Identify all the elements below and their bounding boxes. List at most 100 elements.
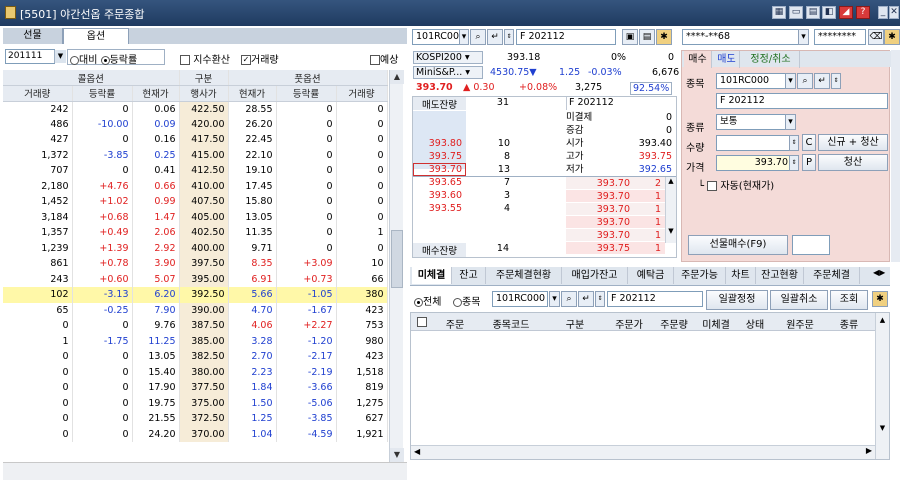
scroll-up-icon[interactable]: ▲ — [876, 316, 889, 324]
table-row[interactable]: 242 0 0.06 422.50 28.55 0 0 — [3, 101, 388, 117]
price-input[interactable]: 393.70 — [716, 155, 792, 171]
table-row[interactable]: 0 0 17.90 377.50 1.84 -3.66 819 — [3, 380, 388, 396]
price-spin-icon[interactable]: ⇕ — [789, 155, 799, 171]
tab-options[interactable]: 옵션 — [63, 28, 129, 44]
orders-column-header[interactable]: 주문 — [437, 316, 473, 331]
clear-button[interactable]: 청산 — [818, 154, 888, 171]
qty-spin-icon[interactable]: ⇕ — [789, 135, 799, 151]
buy-extra-field[interactable] — [792, 235, 830, 255]
scroll-right-icon[interactable]: ▶ — [866, 446, 875, 455]
monitor-icon[interactable]: ▭ — [789, 6, 803, 19]
chevron-down-icon[interactable]: ▾ — [798, 29, 809, 45]
table-row[interactable]: 0 0 15.40 380.00 2.23 -2.19 1,518 — [3, 364, 388, 380]
type-select[interactable]: 보통 — [716, 114, 786, 130]
tab-orders-5[interactable]: 주문가능 — [674, 267, 726, 284]
table-row[interactable]: 0 0 24.20 370.00 1.04 -4.59 1,921 — [3, 426, 388, 442]
table-row[interactable]: 65 -0.25 7.90 390.00 4.70 -1.67 423 — [3, 302, 388, 318]
settings-icon[interactable]: ✱ — [656, 29, 672, 45]
table-row[interactable]: 427 0 0.16 417.50 22.45 0 0 — [3, 132, 388, 148]
table-row[interactable]: 0 0 21.55 372.50 1.25 -3.85 627 — [3, 411, 388, 427]
futures-buy-button[interactable]: 선물매수(F9) — [688, 235, 788, 255]
search-icon[interactable]: ⌕ — [797, 73, 813, 89]
erase-icon[interactable]: ⌫ — [868, 29, 884, 45]
search-icon[interactable]: ⌕ — [470, 29, 486, 45]
tab-orders-4[interactable]: 예탁금 — [628, 267, 674, 284]
table-row[interactable]: 3,184 +0.68 1.47 405.00 13.05 0 0 — [3, 209, 388, 225]
tab-modify[interactable]: 정정/취소 — [742, 51, 800, 68]
settings-icon[interactable]: ✱ — [872, 291, 888, 307]
history-icon[interactable]: ↵ — [814, 73, 830, 89]
table-row[interactable]: 861 +0.78 3.90 397.50 8.35 +3.09 10 — [3, 256, 388, 272]
tab-orders-1[interactable]: 잔고 — [452, 267, 486, 284]
tab-orders-0[interactable]: 미체결 — [412, 267, 452, 284]
orders-column-header[interactable]: 종목코드 — [479, 316, 543, 331]
select-all-check[interactable] — [417, 317, 427, 327]
qty-input[interactable] — [716, 135, 792, 151]
radio-item[interactable]: 종목 — [453, 293, 480, 308]
spin-icon[interactable]: ⇕ — [831, 73, 841, 89]
orders-column-header[interactable]: 주문량 — [655, 316, 693, 331]
scroll-thumb[interactable] — [391, 230, 403, 288]
minimize-icon[interactable]: _ — [878, 6, 888, 19]
orders-column-header[interactable]: 구분 — [551, 316, 599, 331]
qty-c-button[interactable]: C — [802, 134, 816, 151]
settings-icon[interactable]: ✱ — [884, 29, 900, 45]
copy-icon[interactable]: ▣ — [622, 29, 638, 45]
tab-orders-3[interactable]: 매입가잔고 — [562, 267, 628, 284]
spin-icon[interactable]: ⇕ — [595, 291, 605, 307]
close-icon[interactable]: ✕ — [889, 6, 899, 19]
expect-check[interactable]: 예상 — [370, 51, 398, 66]
table-row[interactable]: 1,372 -3.85 0.25 415.00 22.10 0 0 — [3, 147, 388, 163]
tab-orders-2[interactable]: 주문체결현황 — [486, 267, 562, 284]
orders-column-header[interactable]: 원주문 — [777, 316, 823, 331]
table-row[interactable]: 1,239 +1.39 2.92 400.00 9.71 0 0 — [3, 240, 388, 256]
chart-icon[interactable]: ◧ — [822, 6, 836, 19]
chevron-down-icon[interactable]: ▾ — [549, 291, 560, 307]
orders-hscrollbar[interactable]: ◀ ▶ — [411, 445, 875, 459]
query-button[interactable]: 조회 — [830, 290, 868, 310]
tab-scroll-icon[interactable]: ◀▶ — [873, 268, 890, 284]
account-select[interactable]: ****-**68 — [682, 29, 802, 45]
bulk-modify-button[interactable]: 일괄정정 — [706, 290, 768, 310]
table-row[interactable]: 1,357 +0.49 2.06 402.50 11.35 0 1 — [3, 225, 388, 241]
orders-column-header[interactable]: 미체결 — [697, 316, 735, 331]
index-check[interactable]: 지수환산 — [180, 51, 230, 66]
bulk-cancel-button[interactable]: 일괄취소 — [770, 290, 828, 310]
table-row[interactable]: 102 -3.13 6.20 392.50 5.66 -1.05 380 — [3, 287, 388, 303]
scroll-up-icon[interactable]: ▲ — [390, 70, 404, 84]
radio-prev[interactable] — [70, 55, 79, 65]
table-row[interactable]: 1 -1.75 11.25 385.00 3.28 -1.20 980 — [3, 333, 388, 349]
tab-buy[interactable]: 매수 — [684, 51, 712, 68]
table-row[interactable]: 707 0 0.41 412.50 19.10 0 0 — [3, 163, 388, 179]
orders-column-header[interactable]: 주문가 — [607, 316, 651, 331]
orders-column-header[interactable]: 상태 — [737, 316, 773, 331]
chevron-down-icon[interactable]: ▼ — [54, 50, 66, 63]
tab-orders-6[interactable]: 차트 — [726, 267, 756, 284]
chevron-down-icon[interactable]: ▾ — [459, 29, 469, 45]
auto-price-check[interactable]: └ 자동(현재가) — [698, 177, 774, 192]
table-row[interactable]: 243 +0.60 5.07 395.00 6.91 +0.73 66 — [3, 271, 388, 287]
table-row[interactable]: 2,180 +4.76 0.66 410.00 17.45 0 0 — [3, 178, 388, 194]
table-row[interactable]: 1,452 +1.02 0.99 407.50 15.80 0 0 — [3, 194, 388, 210]
kospi-select[interactable]: KOSPI200 ▾ — [413, 51, 483, 64]
history-icon[interactable]: ↵ — [487, 29, 503, 45]
tab-futures[interactable]: 선물 — [3, 28, 63, 44]
mini-select[interactable]: MiniS&P... ▾ — [413, 66, 483, 79]
scroll-down-icon[interactable]: ▼ — [666, 227, 676, 235]
volume-check[interactable]: ✓ 거래량 — [241, 51, 279, 66]
code-input[interactable]: 101RC000 — [412, 29, 465, 45]
orders-code-input[interactable]: 101RC000 — [492, 291, 548, 307]
radio-all[interactable]: 전체 — [414, 293, 441, 308]
table-row[interactable]: 486 -10.00 0.09 420.00 26.20 0 0 — [3, 116, 388, 132]
help-icon[interactable]: ? — [856, 6, 870, 19]
table-row[interactable]: 0 0 13.05 382.50 2.70 -2.17 423 — [3, 349, 388, 365]
tab-orders-8[interactable]: 주문체결 — [804, 267, 860, 284]
alert-icon[interactable]: ◢ — [839, 6, 853, 19]
chevron-down-icon[interactable]: ▾ — [785, 114, 796, 130]
orders-scrollbar[interactable]: ▲ ▼ — [875, 313, 889, 459]
scroll-down-icon[interactable]: ▼ — [390, 448, 404, 462]
history-icon[interactable]: ↵ — [578, 291, 594, 307]
layout-icon[interactable]: ▦ — [772, 6, 786, 19]
password-input[interactable]: ******** — [814, 29, 866, 45]
spin-icon[interactable]: ⇕ — [504, 29, 514, 45]
